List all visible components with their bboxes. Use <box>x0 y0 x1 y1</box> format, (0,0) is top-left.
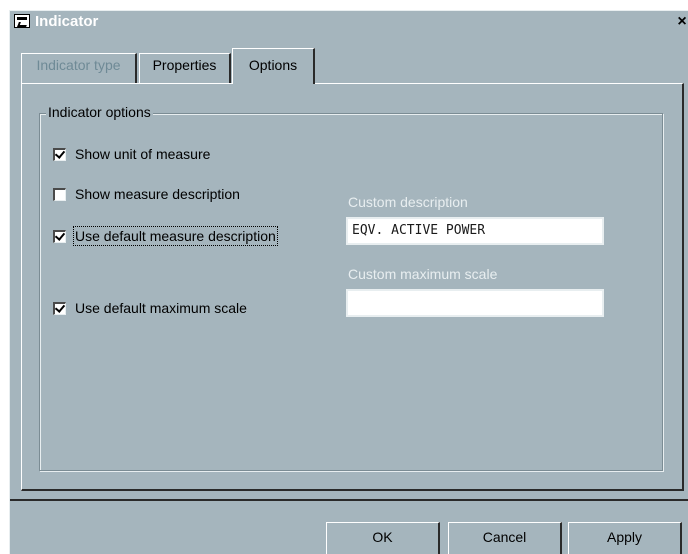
use-default-max-scale-label: Use default maximum scale <box>75 300 247 316</box>
use-default-description-option[interactable]: Use default measure description <box>53 226 278 246</box>
check-mark-icon <box>54 301 66 313</box>
check-mark-icon <box>54 229 66 241</box>
app-window-icon <box>14 14 30 28</box>
show-unit-option[interactable]: Show unit of measure <box>53 144 210 164</box>
custom-max-scale-label: Custom maximum scale <box>348 266 498 282</box>
indicator-dialog: Indicator × Indicator type Properties Op… <box>9 10 688 554</box>
show-description-checkbox[interactable] <box>53 187 66 201</box>
tab-panel-options: Indicator options Show unit of measure S… <box>21 83 684 491</box>
check-mark-icon <box>54 147 66 159</box>
custom-description-label: Custom description <box>348 194 468 210</box>
button-bar-separator <box>10 499 688 501</box>
tab-properties[interactable]: Properties <box>139 53 231 83</box>
use-default-max-scale-checkbox[interactable] <box>53 301 66 315</box>
show-description-option[interactable]: Show measure description <box>53 184 240 204</box>
custom-max-scale-field[interactable] <box>346 289 604 317</box>
use-default-max-scale-option[interactable]: Use default maximum scale <box>53 298 247 318</box>
window-title: Indicator <box>35 13 99 30</box>
use-default-description-checkbox[interactable] <box>53 229 66 243</box>
group-legend: Indicator options <box>46 102 153 122</box>
tab-options[interactable]: Options <box>232 48 315 84</box>
close-button[interactable]: × <box>675 13 688 30</box>
custom-description-field[interactable]: EQV. ACTIVE POWER <box>346 217 604 245</box>
title-bar[interactable]: Indicator × <box>10 11 688 33</box>
apply-button[interactable]: Apply <box>568 522 682 554</box>
cancel-button[interactable]: Cancel <box>448 522 562 554</box>
show-description-label: Show measure description <box>75 186 240 202</box>
show-unit-checkbox[interactable] <box>53 147 66 161</box>
show-unit-label: Show unit of measure <box>75 146 211 162</box>
use-default-description-label: Use default measure description <box>73 226 278 246</box>
tab-indicator-type[interactable]: Indicator type <box>21 53 137 83</box>
ok-button[interactable]: OK <box>326 522 440 554</box>
